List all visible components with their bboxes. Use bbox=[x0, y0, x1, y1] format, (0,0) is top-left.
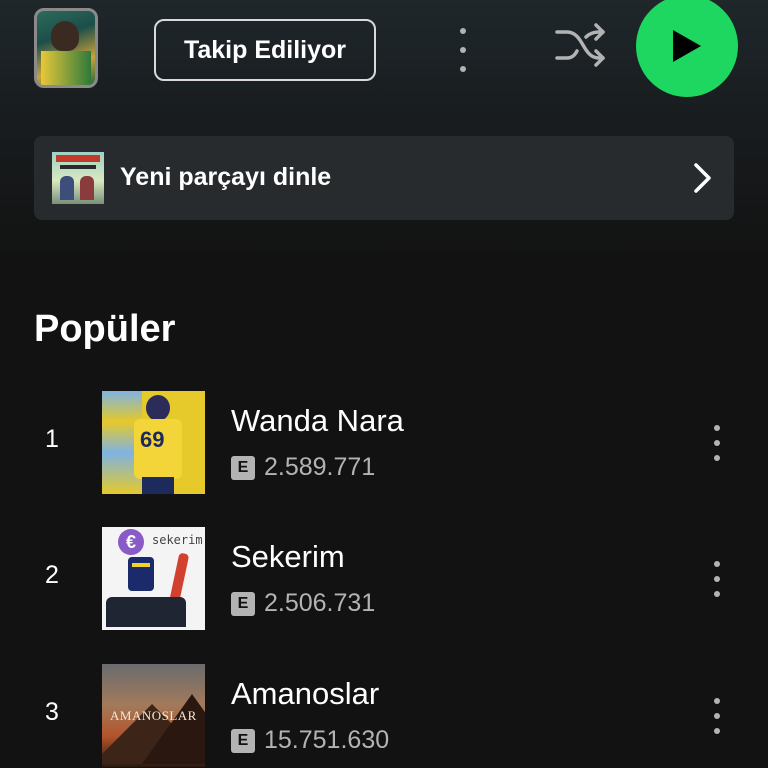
section-title-popular: Popüler bbox=[34, 308, 176, 350]
cover-legs bbox=[142, 477, 174, 494]
play-count: 2.506.731 bbox=[264, 589, 376, 617]
cover-subtitle-strip bbox=[60, 165, 96, 169]
track-title: Sekerim bbox=[231, 539, 345, 574]
explicit-badge: E bbox=[231, 591, 255, 616]
chevron-right-icon bbox=[694, 163, 711, 193]
track-rank: 2 bbox=[45, 561, 59, 589]
dot bbox=[460, 66, 466, 72]
following-button[interactable]: Takip Ediliyor bbox=[154, 19, 376, 81]
play-count: 2.589.771 bbox=[264, 453, 376, 481]
track-cover: € sekerim bbox=[102, 527, 205, 630]
dot bbox=[714, 425, 720, 431]
track-row[interactable]: 1 69 Wanda Nara E 2.589.771 bbox=[0, 391, 768, 495]
more-options-icon[interactable] bbox=[702, 561, 732, 597]
cover-euro-icon: € bbox=[118, 529, 144, 555]
cover-head bbox=[146, 395, 170, 421]
dot bbox=[714, 728, 720, 734]
dot bbox=[714, 561, 720, 567]
dot bbox=[714, 713, 720, 719]
play-button[interactable] bbox=[636, 0, 738, 97]
new-release-cover bbox=[52, 152, 104, 204]
play-count: 15.751.630 bbox=[264, 726, 390, 754]
track-rank: 3 bbox=[45, 698, 59, 726]
play-icon bbox=[673, 30, 701, 62]
explicit-badge: E bbox=[231, 455, 255, 480]
cover-mountain bbox=[142, 694, 205, 764]
track-rank: 1 bbox=[45, 425, 59, 453]
dot bbox=[714, 576, 720, 582]
new-release-label: Yeni parçayı dinle bbox=[120, 163, 332, 191]
track-cover: 69 bbox=[102, 391, 205, 494]
new-release-banner[interactable]: Yeni parçayı dinle bbox=[34, 136, 734, 220]
dot bbox=[460, 28, 466, 34]
track-cover: AMANOSLAR bbox=[102, 664, 205, 767]
more-options-icon[interactable] bbox=[702, 425, 732, 461]
track-title: Wanda Nara bbox=[231, 403, 404, 438]
track-meta: E 2.589.771 bbox=[231, 453, 375, 482]
track-title: Amanoslar bbox=[231, 676, 380, 711]
cover-title-strip bbox=[56, 155, 100, 162]
dot bbox=[714, 440, 720, 446]
cover-jersey-number: 69 bbox=[140, 427, 165, 452]
artist-page: Takip Ediliyor Yeni parçayı dinle Popüle… bbox=[0, 0, 768, 768]
dot bbox=[714, 455, 720, 461]
cover-person bbox=[60, 176, 74, 200]
cover-car bbox=[106, 597, 186, 627]
dot bbox=[714, 698, 720, 704]
track-meta: E 15.751.630 bbox=[231, 726, 389, 755]
dot bbox=[714, 591, 720, 597]
cover-word-art: sekerim bbox=[152, 533, 203, 547]
artist-avatar[interactable] bbox=[34, 8, 98, 88]
more-options-icon[interactable] bbox=[448, 28, 478, 72]
dot bbox=[460, 47, 466, 53]
cover-person bbox=[80, 176, 94, 200]
track-meta: E 2.506.731 bbox=[231, 589, 375, 618]
cover-stripe bbox=[132, 563, 150, 567]
track-row[interactable]: 2 € sekerim Sekerim E 2.506.731 bbox=[0, 527, 768, 631]
artist-shirt bbox=[41, 51, 91, 85]
more-options-icon[interactable] bbox=[702, 698, 732, 734]
cover-title-art: AMANOSLAR bbox=[110, 708, 197, 723]
artist-figure bbox=[51, 21, 79, 51]
track-row[interactable]: 3 AMANOSLAR Amanoslar E 15.751.630 bbox=[0, 664, 768, 768]
shuffle-icon[interactable] bbox=[553, 22, 607, 68]
explicit-badge: E bbox=[231, 728, 255, 753]
